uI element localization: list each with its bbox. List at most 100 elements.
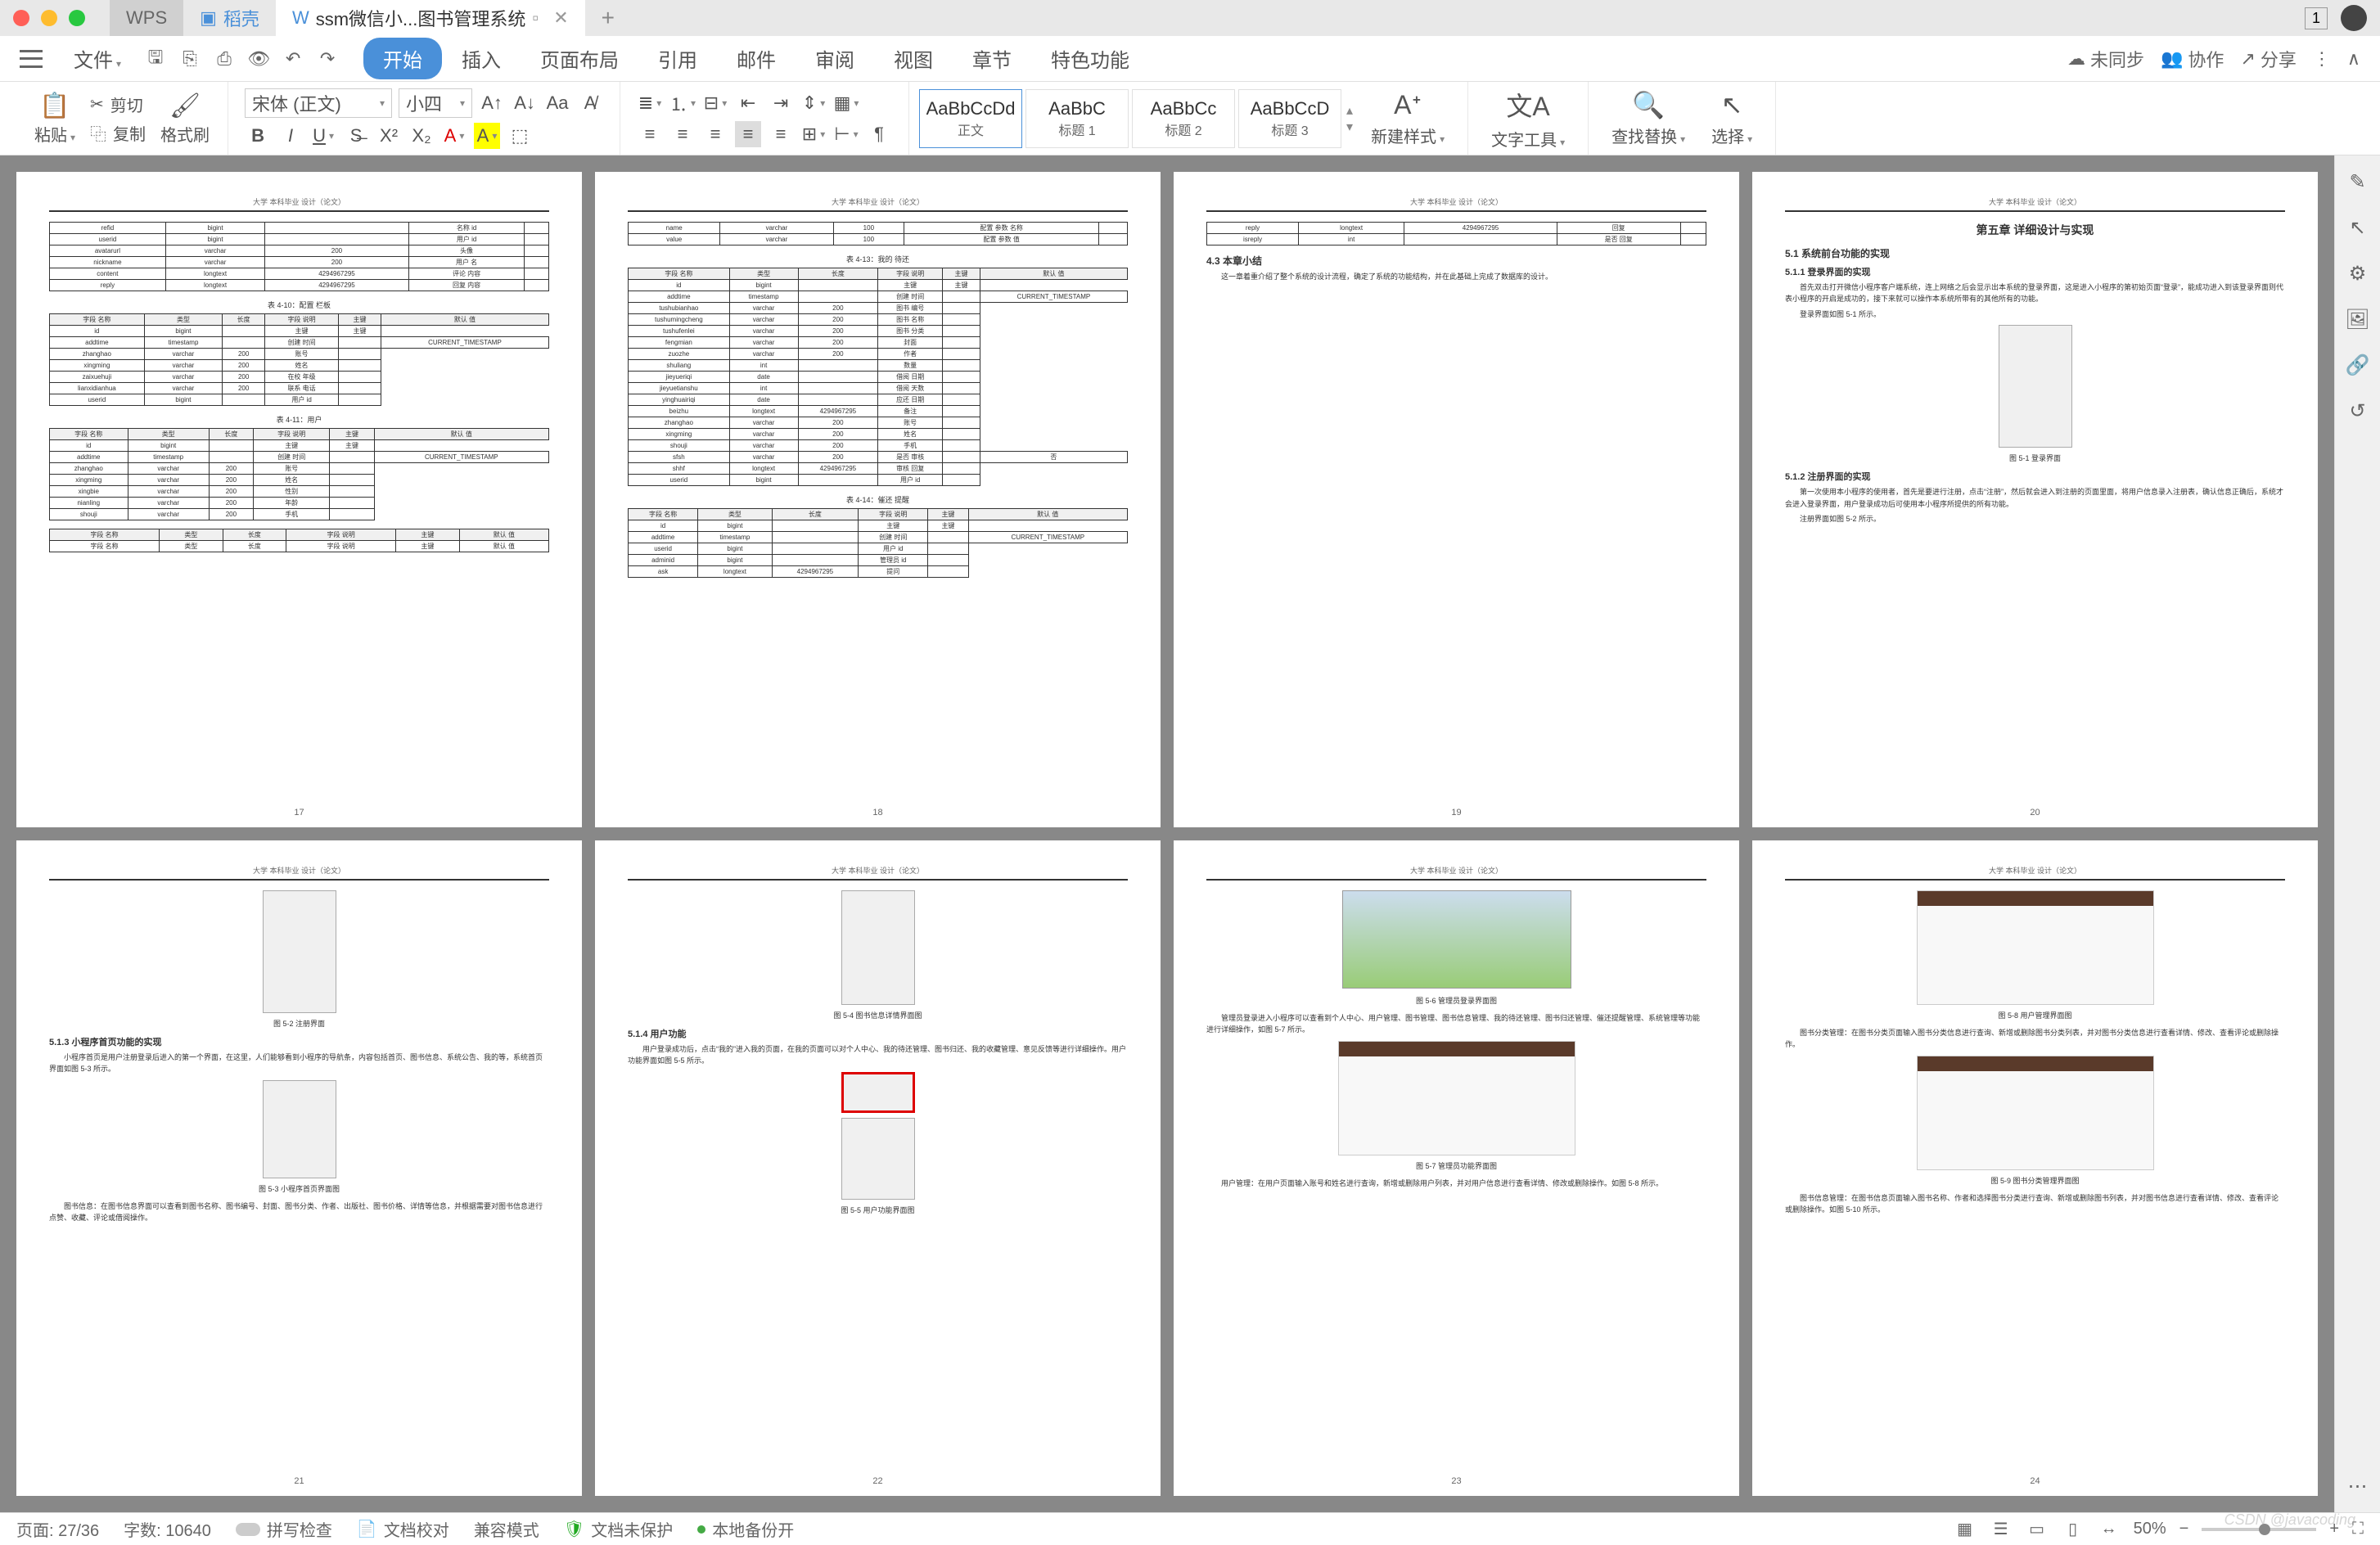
protect-status[interactable]: 🛡文档未保护 — [564, 1517, 673, 1541]
multilevel-button[interactable]: ⊟ — [702, 90, 728, 116]
style-heading2[interactable]: AaBbCc标题 2 — [1132, 89, 1235, 148]
subscript-button[interactable]: X₂ — [408, 123, 435, 149]
page-19[interactable]: 大学 本科毕业 设计（论文） replylongtext4294967295回复… — [1174, 172, 1739, 827]
sync-status[interactable]: ☁未同步 — [2067, 46, 2144, 72]
word-count[interactable]: 字数: 10640 — [124, 1517, 211, 1541]
align-left-button[interactable]: ≡ — [637, 121, 663, 147]
tab-special[interactable]: 特色功能 — [1031, 38, 1149, 79]
save-icon[interactable]: 🖫 — [144, 47, 167, 70]
page-22[interactable]: 大学 本科毕业 设计（论文） 图 5-4 图书信息详情界面图 5.1.4 用户功… — [595, 840, 1161, 1496]
image-tool-icon[interactable]: 🖼 — [2345, 306, 2371, 332]
page-23[interactable]: 大学 本科毕业 设计（论文） 图 5-6 管理员登录界面图 管理员登录进入小程序… — [1174, 840, 1739, 1496]
save-as-icon[interactable]: ⎘ — [178, 47, 201, 70]
style-heading1[interactable]: AaBbC标题 1 — [1025, 89, 1129, 148]
page-24[interactable]: 大学 本科毕业 设计（论文） 图 5-8 用户管理界面图 图书分类管理：在图书分… — [1752, 840, 2318, 1496]
more-tools-icon[interactable]: ⋯ — [2345, 1473, 2371, 1499]
tab-chapter[interactable]: 章节 — [953, 38, 1031, 79]
redo-icon[interactable]: ↷ — [316, 47, 339, 70]
tab-wps[interactable]: WPS — [110, 0, 183, 36]
clear-format-icon[interactable]: A̸ — [577, 90, 603, 116]
show-marks-button[interactable]: ¶ — [866, 121, 892, 147]
share-button[interactable]: ↗分享 — [2240, 46, 2296, 72]
compat-mode[interactable]: 兼容模式 — [474, 1517, 539, 1541]
tab-daoke[interactable]: ▣稻壳 — [183, 0, 276, 36]
font-size-select[interactable]: 小四 — [399, 88, 472, 118]
window-badge[interactable]: 1 — [2305, 7, 2328, 29]
bullets-button[interactable]: ≣ — [637, 90, 663, 116]
style-scroll-up-icon[interactable]: ▴ — [1346, 102, 1353, 119]
decrease-indent-button[interactable]: ⇤ — [735, 90, 761, 116]
page-21[interactable]: 大学 本科毕业 设计（论文） 图 5-2 注册界面 5.1.3 小程序首页功能的… — [16, 840, 582, 1496]
highlight-button[interactable]: A — [474, 123, 500, 149]
shading-button[interactable]: ▦ — [833, 90, 859, 116]
justify-button[interactable]: ≡ — [735, 121, 761, 147]
line-spacing-button[interactable]: ⇕ — [800, 90, 827, 116]
align-right-button[interactable]: ≡ — [702, 121, 728, 147]
print-preview-icon[interactable]: 👁 — [247, 47, 270, 70]
zoom-out-button[interactable]: − — [2179, 1520, 2189, 1538]
proof-button[interactable]: 📄文档校对 — [357, 1517, 449, 1541]
style-normal[interactable]: AaBbCcDd正文 — [919, 89, 1022, 148]
select-button[interactable]: ↖选择 — [1698, 86, 1765, 151]
paste-button[interactable]: 📋粘贴 — [26, 88, 83, 149]
view-outline-icon[interactable]: ☰ — [1990, 1518, 2013, 1541]
close-tab-icon[interactable]: ✕ — [553, 7, 568, 29]
new-style-button[interactable]: Aᐩ新建样式 — [1358, 86, 1458, 151]
tabs-button[interactable]: ⊢ — [833, 121, 859, 147]
spell-check-toggle[interactable]: 拼写检查 — [236, 1517, 332, 1541]
page-20[interactable]: 大学 本科毕业 设计（论文） 第五章 详细设计与实现 5.1 系统前台功能的实现… — [1752, 172, 2318, 827]
align-center-button[interactable]: ≡ — [669, 121, 696, 147]
bold-button[interactable]: B — [245, 123, 271, 149]
page-18[interactable]: 大学 本科毕业 设计（论文） namevarchar100配置 参数 名称val… — [595, 172, 1161, 827]
distribute-button[interactable]: ≡ — [768, 121, 794, 147]
strike-button[interactable]: S̶ — [343, 123, 369, 149]
text-tool-button[interactable]: 文A文字工具 — [1478, 83, 1578, 154]
backup-status[interactable]: 本地备份开 — [697, 1517, 794, 1541]
more-icon[interactable]: ⋮ — [2313, 48, 2331, 70]
font-color-button[interactable]: A — [441, 123, 467, 149]
settings-icon[interactable]: ⚙ — [2345, 260, 2371, 286]
maximize-window-button[interactable] — [69, 10, 85, 26]
increase-indent-button[interactable]: ⇥ — [768, 90, 794, 116]
tab-mail[interactable]: 邮件 — [717, 38, 796, 79]
file-menu[interactable]: 文件 — [59, 44, 136, 73]
new-tab-button[interactable]: + — [585, 0, 631, 36]
zoom-value[interactable]: 50% — [2134, 1520, 2166, 1538]
shrink-font-icon[interactable]: A↓ — [512, 90, 538, 116]
link-tool-icon[interactable]: 🔗 — [2345, 352, 2371, 378]
fit-width-icon[interactable]: ↔ — [2098, 1518, 2121, 1541]
tab-view[interactable]: 视图 — [874, 38, 953, 79]
style-scroll-down-icon[interactable]: ▾ — [1346, 119, 1353, 135]
grow-font-icon[interactable]: A↑ — [479, 90, 505, 116]
change-case-icon[interactable]: Aa — [544, 90, 570, 116]
collapse-ribbon-icon[interactable]: ∧ — [2347, 48, 2360, 70]
history-icon[interactable]: ↺ — [2345, 398, 2371, 424]
page-17[interactable]: 大学 本科毕业 设计（论文） refidbigint名称 iduseridbig… — [16, 172, 582, 827]
borders-button[interactable]: ⊞ — [800, 121, 827, 147]
font-name-select[interactable]: 宋体 (正文) — [245, 88, 392, 118]
style-heading3[interactable]: AaBbCcD标题 3 — [1238, 89, 1341, 148]
tab-home[interactable]: 开始 — [363, 38, 442, 79]
hamburger-icon[interactable] — [20, 50, 43, 68]
numbering-button[interactable]: ⒈ — [669, 90, 696, 116]
char-border-button[interactable]: ⬚ — [507, 123, 533, 149]
tab-dropdown-icon[interactable]: ▫ — [532, 7, 539, 29]
tab-insert[interactable]: 插入 — [442, 38, 521, 79]
undo-icon[interactable]: ↶ — [282, 47, 304, 70]
find-replace-button[interactable]: 🔍查找替换 — [1598, 86, 1698, 151]
avatar[interactable] — [2341, 5, 2367, 31]
view-page-icon[interactable]: ▦ — [1954, 1518, 1977, 1541]
close-window-button[interactable] — [13, 10, 29, 26]
tab-review[interactable]: 审阅 — [796, 38, 874, 79]
tab-document-active[interactable]: W ssm微信小...图书管理系统 ▫ ✕ — [276, 0, 585, 36]
superscript-button[interactable]: X² — [376, 123, 402, 149]
pen-tool-icon[interactable]: ✎ — [2345, 169, 2371, 195]
print-icon[interactable]: ⎙ — [213, 47, 236, 70]
tab-references[interactable]: 引用 — [638, 38, 717, 79]
minimize-window-button[interactable] — [41, 10, 57, 26]
view-web-icon[interactable]: ▭ — [2026, 1518, 2049, 1541]
copy-button[interactable]: ⿻复制 — [90, 121, 146, 145]
pages-grid[interactable]: 大学 本科毕业 设计（论文） refidbigint名称 iduseridbig… — [0, 155, 2334, 1512]
underline-button[interactable]: U — [310, 123, 336, 149]
cursor-tool-icon[interactable]: ↖ — [2345, 214, 2371, 241]
